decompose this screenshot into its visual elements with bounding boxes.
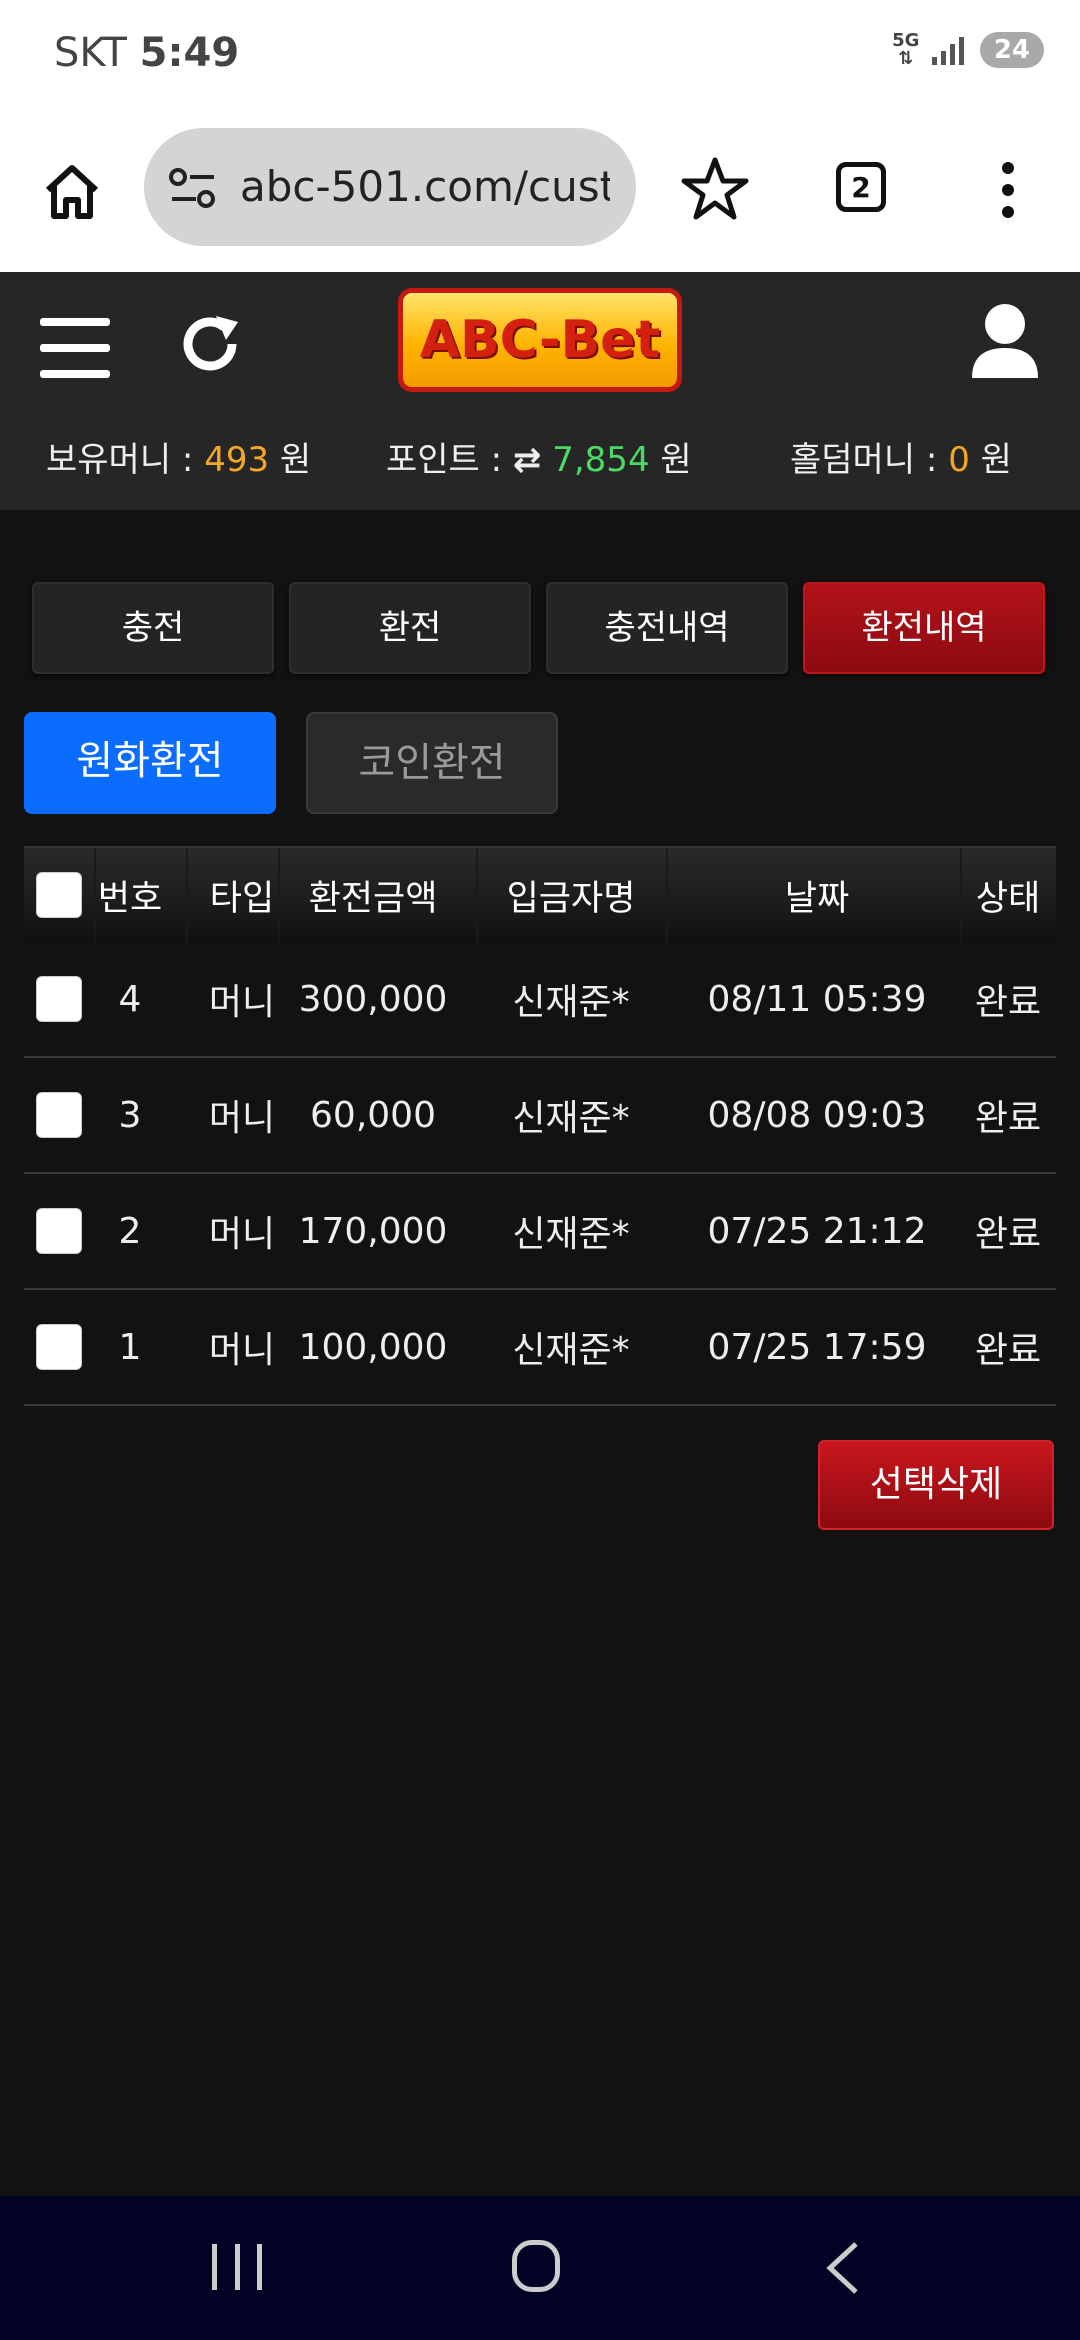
balance-value: 493 — [204, 440, 270, 480]
system-nav-bar — [0, 2196, 1080, 2340]
delete-selected-button[interactable]: 선택삭제 — [818, 1440, 1054, 1530]
row-select-cell — [24, 1058, 94, 1172]
row-amount: 100,000 — [298, 1326, 448, 1368]
bookmark-star-icon[interactable] — [680, 154, 750, 224]
site-settings-icon[interactable] — [168, 168, 218, 208]
tab-deposit-history[interactable]: 충전내역 — [546, 582, 788, 674]
row-select-cell — [24, 1174, 94, 1288]
exchange-arrows-icon[interactable]: ⇄ — [513, 440, 542, 480]
balance-unit: 원 — [279, 440, 312, 480]
row-date: 07/25 17:59 — [707, 1326, 927, 1368]
row-checkbox[interactable] — [36, 1208, 82, 1254]
row-status: 완료 — [974, 982, 1042, 1023]
row-number: 1 — [118, 1326, 142, 1368]
row-depositor: 신재준* — [512, 982, 630, 1023]
row-select-cell — [24, 1290, 94, 1404]
header-number: 번호 — [97, 878, 163, 919]
subtab-krw-withdraw[interactable]: 원화환전 — [24, 712, 276, 814]
status-bar: SKT 5:49 5G ⇅ 24 — [0, 0, 1080, 110]
select-all-cell — [24, 848, 94, 942]
user-account-icon[interactable] — [970, 302, 1040, 380]
row-select-cell — [24, 942, 94, 1056]
holdem-value: 0 — [948, 440, 970, 480]
site-logo[interactable]: ABC-Bet — [398, 288, 682, 392]
clock-label: 5:49 — [139, 30, 240, 76]
row-depositor: 신재준* — [512, 1098, 630, 1139]
row-amount: 170,000 — [298, 1210, 448, 1252]
holdem-money: 홀덤머니 : 0 원 — [790, 432, 1012, 481]
tab-deposit[interactable]: 충전 — [32, 582, 274, 674]
row-status: 완료 — [974, 1098, 1042, 1139]
browser-toolbar: abc-501.com/customer 2 — [0, 110, 1080, 272]
row-checkbox[interactable] — [36, 1092, 82, 1138]
battery-level: 24 — [993, 35, 1030, 65]
address-bar[interactable]: abc-501.com/customer — [144, 128, 636, 246]
row-depositor: 신재준* — [512, 1214, 630, 1255]
table-row: 3 머니 60,000 신재준* 08/08 09:03 완료 — [24, 1058, 1056, 1174]
status-icons: 5G ⇅ 24 — [888, 32, 1044, 68]
carrier-label: SKT — [54, 30, 127, 76]
home-icon[interactable] — [40, 160, 104, 224]
network-5g-icon: 5G ⇅ — [892, 30, 920, 69]
row-status: 완료 — [974, 1330, 1042, 1371]
header-status: 상태 — [975, 878, 1041, 919]
url-text[interactable]: abc-501.com/customer — [240, 162, 610, 211]
row-amount: 60,000 — [310, 1094, 436, 1136]
site-header: ABC-Bet 보유머니 : 493 원 포인트 : ⇄ 7,854 원 홀덤머… — [0, 272, 1080, 510]
battery-icon: 24 — [979, 32, 1044, 68]
table-row: 2 머니 170,000 신재준* 07/25 21:12 완료 — [24, 1174, 1056, 1290]
row-checkbox[interactable] — [36, 976, 82, 1022]
withdraw-history-table: 번호 타입 환전금액 입금자명 날짜 상태 4 머니 300,000 신재준* … — [24, 846, 1056, 1406]
row-date: 08/11 05:39 — [707, 978, 927, 1020]
balance-money: 보유머니 : 493 원 — [46, 432, 311, 481]
table-row: 4 머니 300,000 신재준* 08/11 05:39 완료 — [24, 942, 1056, 1058]
row-date: 08/08 09:03 — [707, 1094, 927, 1136]
row-depositor: 신재준* — [512, 1330, 630, 1371]
header-depositor: 입금자명 — [506, 878, 636, 919]
point-value: 7,854 — [552, 440, 650, 480]
subtab-coin-withdraw[interactable]: 코인환전 — [306, 712, 558, 814]
row-number: 2 — [118, 1210, 142, 1252]
point-balance: 포인트 : ⇄ 7,854 원 — [386, 432, 692, 481]
tab-withdraw[interactable]: 환전 — [289, 582, 531, 674]
refresh-icon[interactable] — [176, 310, 246, 380]
header-amount: 환전금액 — [308, 878, 438, 919]
balance-label: 보유머니 : — [46, 440, 194, 480]
table-header: 번호 타입 환전금액 입금자명 날짜 상태 — [24, 846, 1056, 942]
network-label: 5G — [892, 30, 920, 51]
row-date: 07/25 21:12 — [707, 1210, 927, 1252]
balance-summary: 보유머니 : 493 원 포인트 : ⇄ 7,854 원 홀덤머니 : 0 원 — [0, 422, 1080, 482]
table-row: 1 머니 100,000 신재준* 07/25 17:59 완료 — [24, 1290, 1056, 1406]
status-time: SKT 5:49 — [54, 30, 239, 76]
select-all-checkbox[interactable] — [36, 872, 82, 918]
row-amount: 300,000 — [298, 978, 448, 1020]
holdem-unit: 원 — [980, 440, 1012, 480]
point-label: 포인트 : — [386, 440, 503, 480]
row-status: 완료 — [974, 1214, 1042, 1255]
point-unit: 원 — [660, 440, 692, 480]
signal-icon — [931, 35, 964, 65]
back-chevron-icon[interactable] — [820, 2240, 870, 2296]
header-date: 날짜 — [784, 878, 850, 919]
row-number: 4 — [118, 978, 142, 1020]
tab-withdraw-history[interactable]: 환전내역 — [803, 582, 1045, 674]
row-number: 3 — [118, 1094, 142, 1136]
row-checkbox[interactable] — [36, 1324, 82, 1370]
recent-apps-icon[interactable] — [212, 2244, 262, 2290]
hamburger-menu-icon[interactable] — [40, 318, 110, 378]
more-menu-icon[interactable] — [996, 162, 1020, 226]
home-circle-icon[interactable] — [512, 2240, 560, 2292]
holdem-label: 홀덤머니 : — [790, 440, 938, 480]
tab-switcher-button[interactable]: 2 — [836, 162, 886, 212]
